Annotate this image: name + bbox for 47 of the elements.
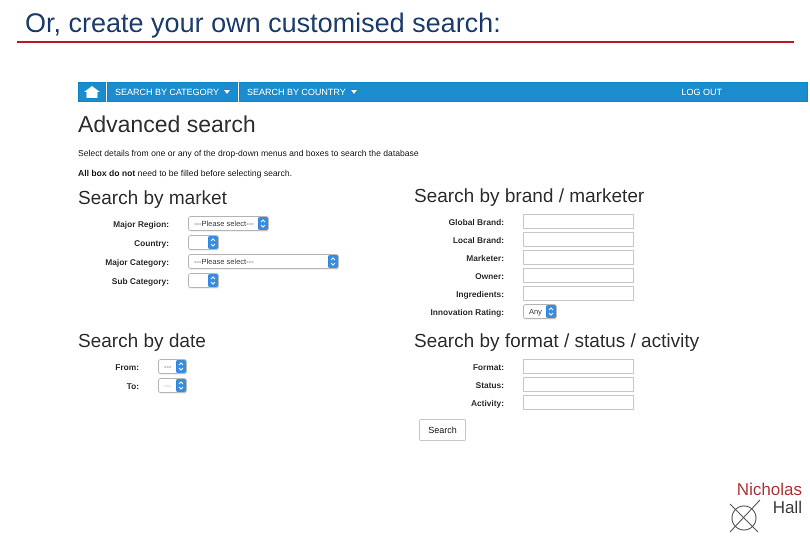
nav-menu[interactable]: SEARCH BY COUNTRY xyxy=(238,82,365,102)
dropdown-field[interactable] xyxy=(188,235,219,250)
search-button[interactable]: Search xyxy=(419,419,466,441)
input-field[interactable] xyxy=(523,377,634,392)
stepper-arrows-icon xyxy=(258,217,268,230)
input-field[interactable] xyxy=(523,395,634,410)
home-icon xyxy=(84,86,100,98)
input-field[interactable] xyxy=(523,359,634,374)
section-heading: Search by market xyxy=(78,188,228,210)
logo-text: Nicholas xyxy=(736,480,802,500)
stepper-arrows-icon xyxy=(208,274,218,287)
field-label: Status: xyxy=(476,380,504,390)
input-field[interactable] xyxy=(523,268,634,283)
field-label: From: xyxy=(115,362,139,372)
stepper-arrows-icon xyxy=(176,360,186,373)
section-heading: Search by format / status / activity xyxy=(414,331,700,353)
input-field[interactable] xyxy=(523,286,634,301)
input-field[interactable] xyxy=(523,250,634,265)
input-field[interactable] xyxy=(523,232,634,247)
instruction-text: All box do not need to be filled before selecting search. xyxy=(78,168,293,178)
logout-link[interactable]: LOG OUT xyxy=(681,82,808,102)
nav-menu[interactable]: SEARCH BY CATEGORY xyxy=(106,82,238,102)
instruction-text: Select details from one or any of the drop-down menus and boxes to search the database xyxy=(78,148,420,158)
slide-title: Or, create your own customised search: xyxy=(24,7,502,40)
stepper-arrows-icon xyxy=(208,236,218,249)
field-label: Global Brand: xyxy=(448,216,504,226)
section-heading: Search by date xyxy=(78,331,207,353)
field-label: Ingredients: xyxy=(456,288,504,298)
field-label: Major Region: xyxy=(113,218,169,228)
stepper-arrows-icon xyxy=(176,379,186,392)
stepper-arrows-icon xyxy=(328,255,338,268)
section-heading: Search by brand / marketer xyxy=(414,186,646,208)
dropdown-field[interactable] xyxy=(188,273,219,288)
field-label: Owner: xyxy=(475,270,504,280)
field-label: Innovation Rating: xyxy=(430,306,504,316)
stepper-arrows-icon xyxy=(546,305,556,318)
logo-text: Hall xyxy=(772,498,802,518)
field-label: Sub Category: xyxy=(112,276,169,286)
field-label: Activity: xyxy=(470,398,504,408)
field-label: Major Category: xyxy=(105,256,169,266)
field-label: Format: xyxy=(472,362,504,372)
field-label: To: xyxy=(126,380,139,390)
field-label: Local Brand: xyxy=(452,234,504,244)
input-field[interactable] xyxy=(523,214,634,229)
field-label: Marketer: xyxy=(466,252,504,262)
page-title: Advanced search xyxy=(78,111,257,138)
field-label: Country: xyxy=(134,238,169,248)
